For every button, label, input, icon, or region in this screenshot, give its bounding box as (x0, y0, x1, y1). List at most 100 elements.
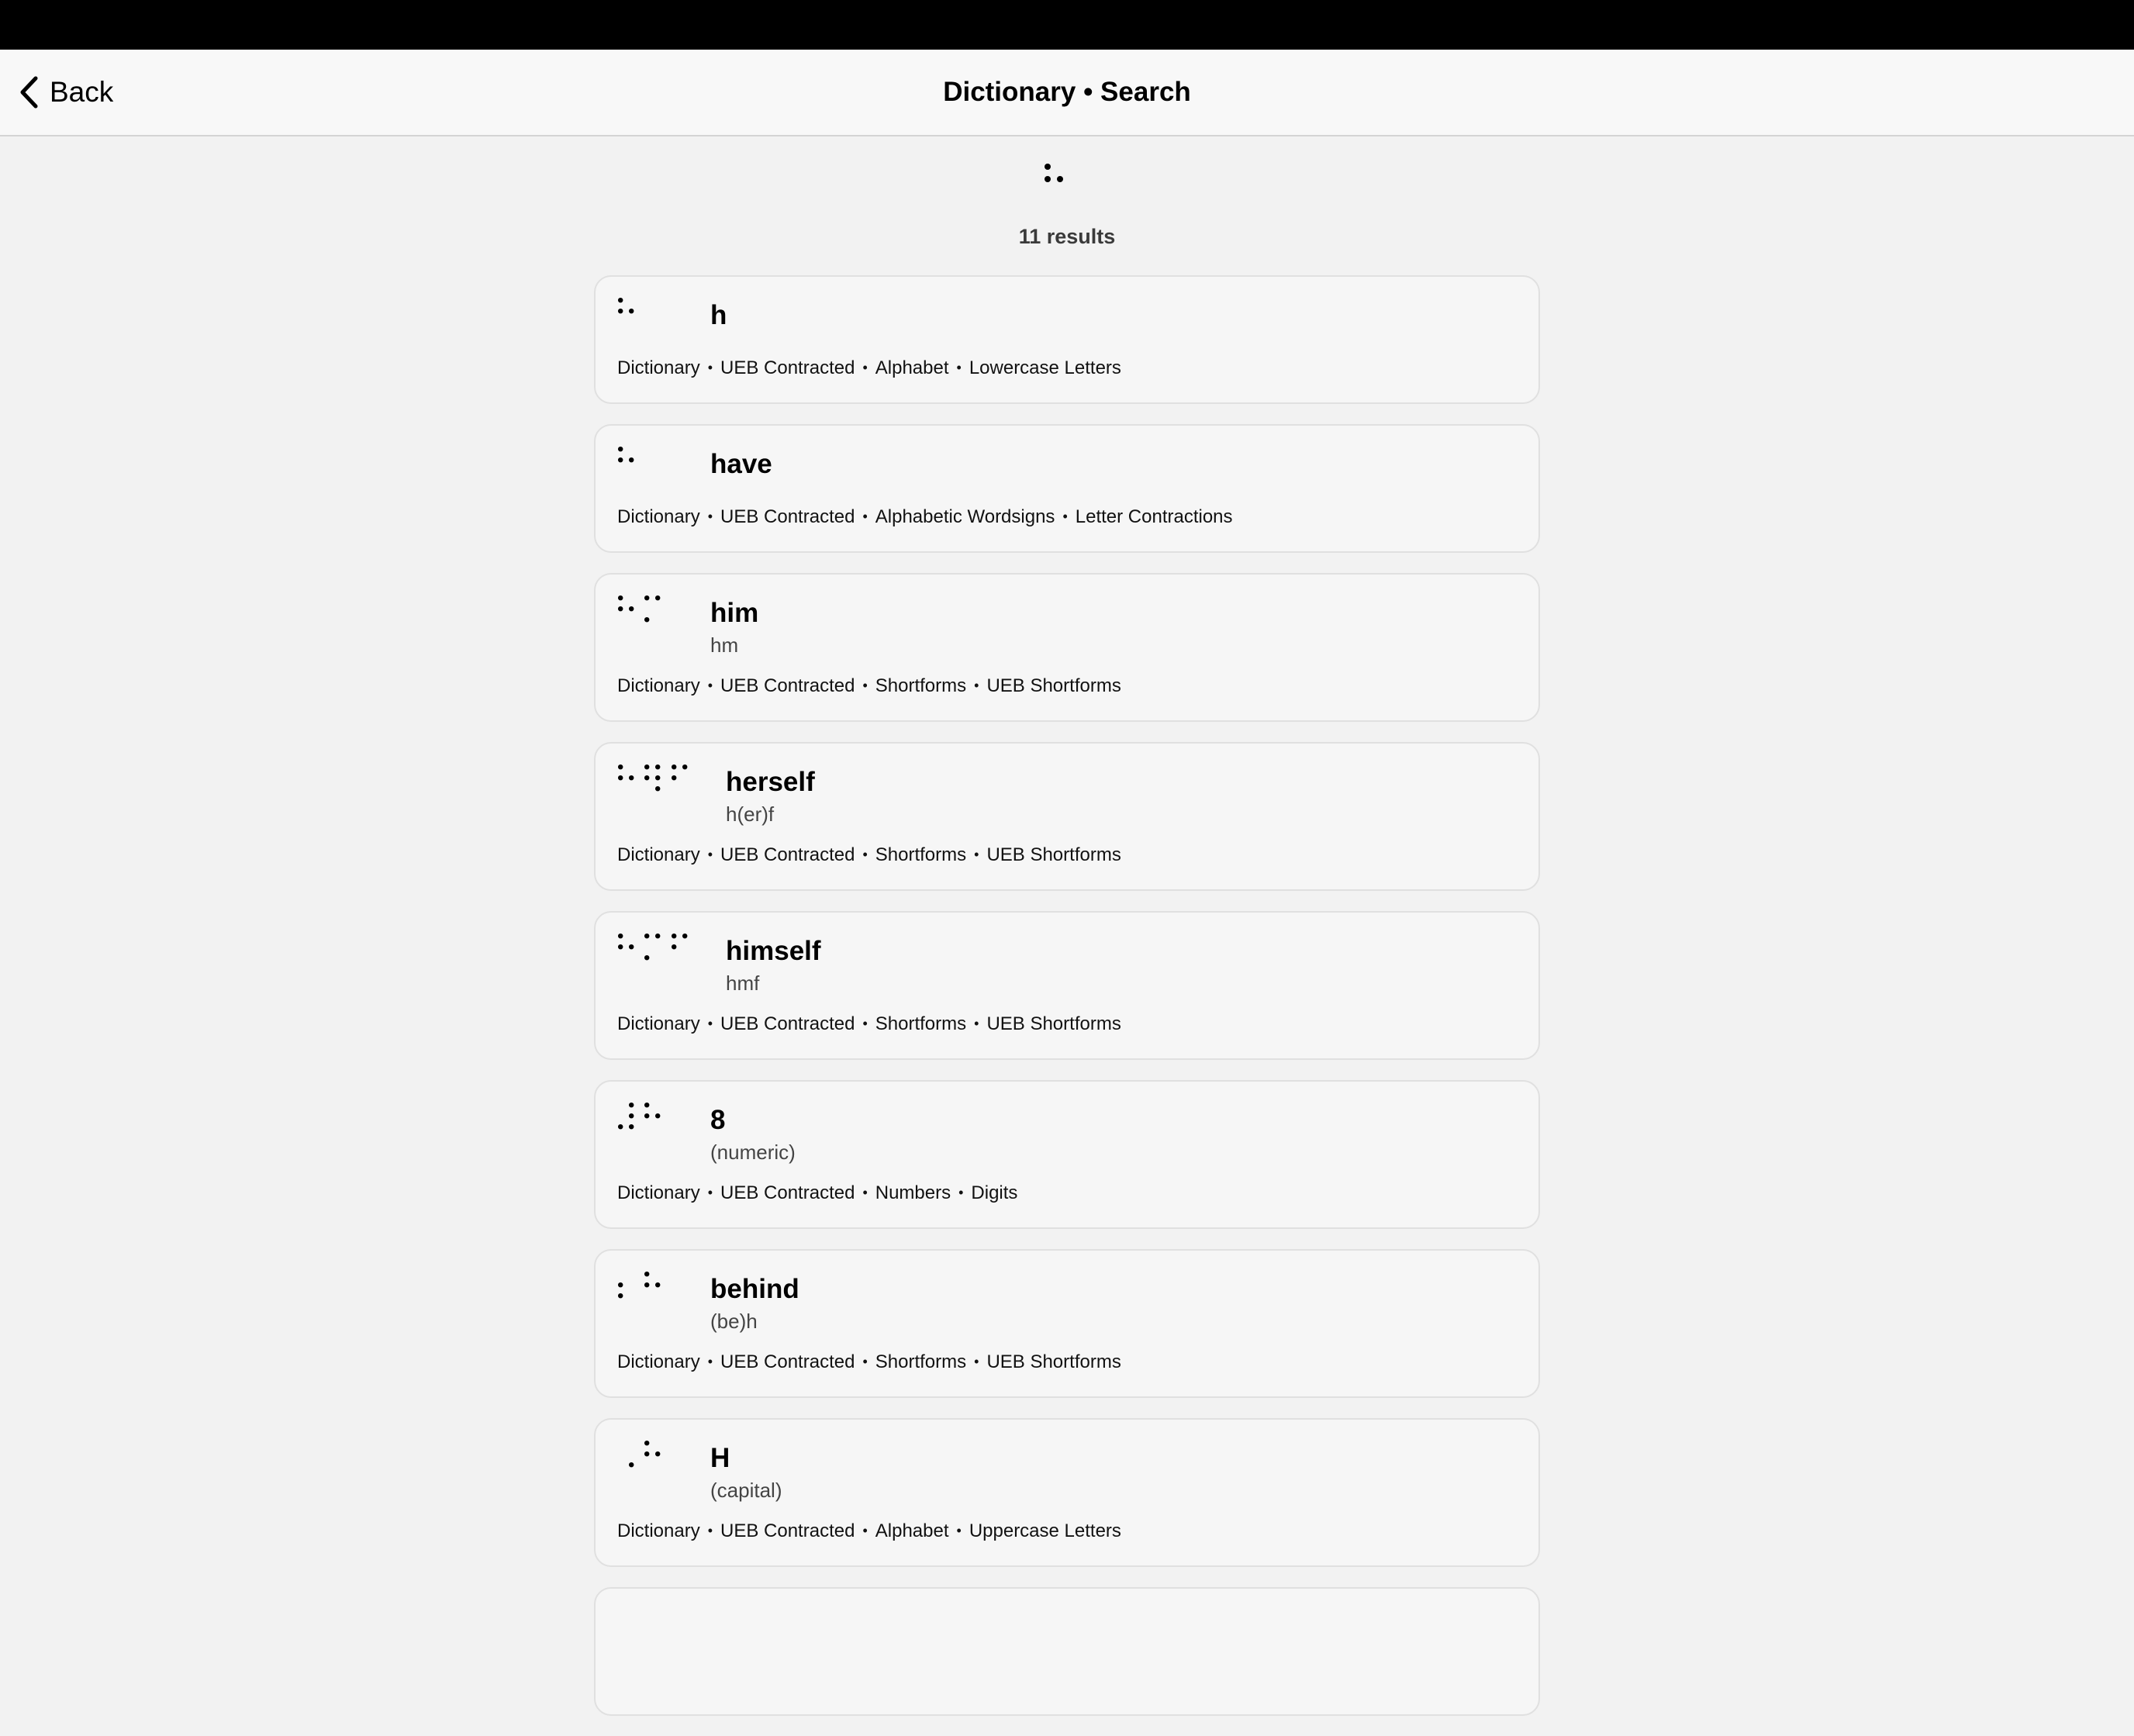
braille-dot (644, 1441, 650, 1446)
braille-dot (1057, 176, 1063, 182)
result-subtitle: (be)h (710, 1310, 758, 1333)
braille-dot (629, 1103, 634, 1108)
path-separator: • (1062, 509, 1068, 524)
braille-dot (655, 764, 661, 770)
path-separator: • (862, 1185, 868, 1200)
braille-dot (644, 1103, 650, 1108)
results-list: h Dictionary • UEB Contracted • Alphabet • Lowe… (594, 275, 1540, 1736)
path-separator: • (707, 1016, 713, 1031)
path-segment: Dictionary (617, 1351, 700, 1372)
result-braille (617, 933, 697, 961)
path-segment: Dictionary (617, 1013, 700, 1034)
result-subtitle: (numeric) (710, 1141, 796, 1164)
result-text: behind (be)h (710, 1274, 799, 1334)
result-card[interactable]: 8 (numeric) Dictionary • UEB Contracted • Numb… (594, 1080, 1540, 1229)
result-word: have (710, 449, 772, 479)
path-segment: UEB Shortforms (986, 675, 1121, 696)
result-subtitle: (capital) (710, 1479, 782, 1502)
path-segment: Shortforms (875, 675, 967, 696)
result-card[interactable]: h Dictionary • UEB Contracted • Alphabet • Lowe… (594, 275, 1540, 404)
path-separator: • (862, 678, 868, 693)
result-braille (617, 764, 697, 792)
result-category-path: Dictionary • UEB Contracted • Shortforms • UEB… (617, 1351, 1121, 1373)
result-word: herself (726, 767, 815, 797)
result-word: behind (710, 1274, 799, 1304)
path-segment: Uppercase Letters (969, 1520, 1121, 1541)
path-separator: • (974, 678, 979, 693)
braille-cell-icon (618, 298, 634, 314)
path-segment: Dictionary (617, 357, 700, 378)
path-separator: • (707, 1354, 713, 1369)
braille-dot (644, 1451, 650, 1457)
braille-cell-icon (644, 764, 661, 792)
result-text: 8 (numeric) (710, 1105, 796, 1165)
braille-dot (629, 944, 634, 950)
braille-dot (671, 944, 677, 950)
result-count: 11 results (1018, 225, 1116, 248)
braille-cell-icon (644, 934, 661, 961)
result-card[interactable]: him hm Dictionary • UEB Contracted • Shortform… (594, 573, 1540, 722)
result-text: himself hmf (726, 936, 821, 996)
braille-dot (655, 595, 661, 601)
result-card[interactable]: herself h(er)f Dictionary • UEB Contracted • S… (594, 742, 1540, 891)
result-card[interactable]: behind (be)h Dictionary • UEB Contracted • Sho… (594, 1249, 1540, 1398)
braille-cell-icon (618, 1103, 634, 1130)
path-separator: • (862, 1523, 868, 1538)
path-segment: Dictionary (617, 844, 700, 865)
path-segment: UEB Contracted (720, 844, 855, 865)
braille-dot (655, 1451, 661, 1457)
result-card[interactable]: have Dictionary • UEB Contracted • Alphabetic… (594, 424, 1540, 553)
braille-cell-icon (618, 1282, 623, 1299)
path-separator: • (862, 1016, 868, 1031)
path-separator: • (707, 678, 713, 693)
braille-cell-icon (644, 1272, 661, 1288)
result-braille (617, 446, 644, 474)
braille-dot (644, 1272, 650, 1277)
braille-dot (644, 617, 650, 623)
braille-dot (644, 1113, 650, 1119)
path-separator: • (707, 1185, 713, 1200)
result-text: H (capital) (710, 1443, 782, 1503)
path-separator: • (707, 1523, 713, 1538)
path-segment: Shortforms (875, 844, 967, 865)
braille-dot (618, 309, 623, 314)
result-category-path: Dictionary • UEB Contracted • Shortforms • UEB… (617, 675, 1121, 697)
braille-dot (655, 775, 661, 781)
braille-cell-icon (644, 1441, 661, 1457)
path-segment: UEB Contracted (720, 1182, 855, 1203)
path-separator: • (862, 847, 868, 862)
path-segment: Alphabet (875, 357, 949, 378)
result-category-path: Dictionary • UEB Contracted • Numbers • Digits (617, 1182, 1017, 1204)
path-segment: Alphabetic Wordsigns (875, 506, 1055, 527)
path-separator: • (958, 1185, 964, 1200)
path-segment: Dictionary (617, 506, 700, 527)
path-segment: UEB Contracted (720, 675, 855, 696)
path-separator: • (862, 509, 868, 524)
braille-dot (671, 934, 677, 939)
braille-dot (644, 595, 650, 601)
path-segment: Digits (971, 1182, 1018, 1203)
braille-cell-icon (1045, 164, 1063, 182)
braille-dot (618, 764, 623, 770)
braille-dot (618, 457, 623, 463)
result-category-path: Dictionary • UEB Contracted • Shortforms • UEB… (617, 844, 1121, 866)
path-segment: UEB Contracted (720, 1520, 855, 1541)
braille-cell-icon (629, 1462, 634, 1468)
result-word: him (710, 598, 759, 628)
braille-cell-icon (671, 934, 688, 950)
result-subtitle: hmf (726, 972, 760, 995)
path-segment: Numbers (875, 1182, 951, 1203)
result-word: h (710, 300, 727, 330)
path-segment: Dictionary (617, 675, 700, 696)
result-card[interactable]: himself hmf Dictionary • UEB Contracted • Shor… (594, 911, 1540, 1060)
result-card[interactable] (594, 1587, 1540, 1716)
braille-dot (682, 764, 688, 770)
result-braille (617, 1271, 671, 1299)
result-card[interactable]: H (capital) Dictionary • UEB Contracted • Alph… (594, 1418, 1540, 1567)
braille-cell-icon (618, 595, 634, 612)
path-separator: • (707, 509, 713, 524)
path-separator: • (974, 847, 979, 862)
page-title: Dictionary • Search (943, 77, 1191, 107)
path-separator: • (956, 1523, 962, 1538)
path-segment: Dictionary (617, 1520, 700, 1541)
